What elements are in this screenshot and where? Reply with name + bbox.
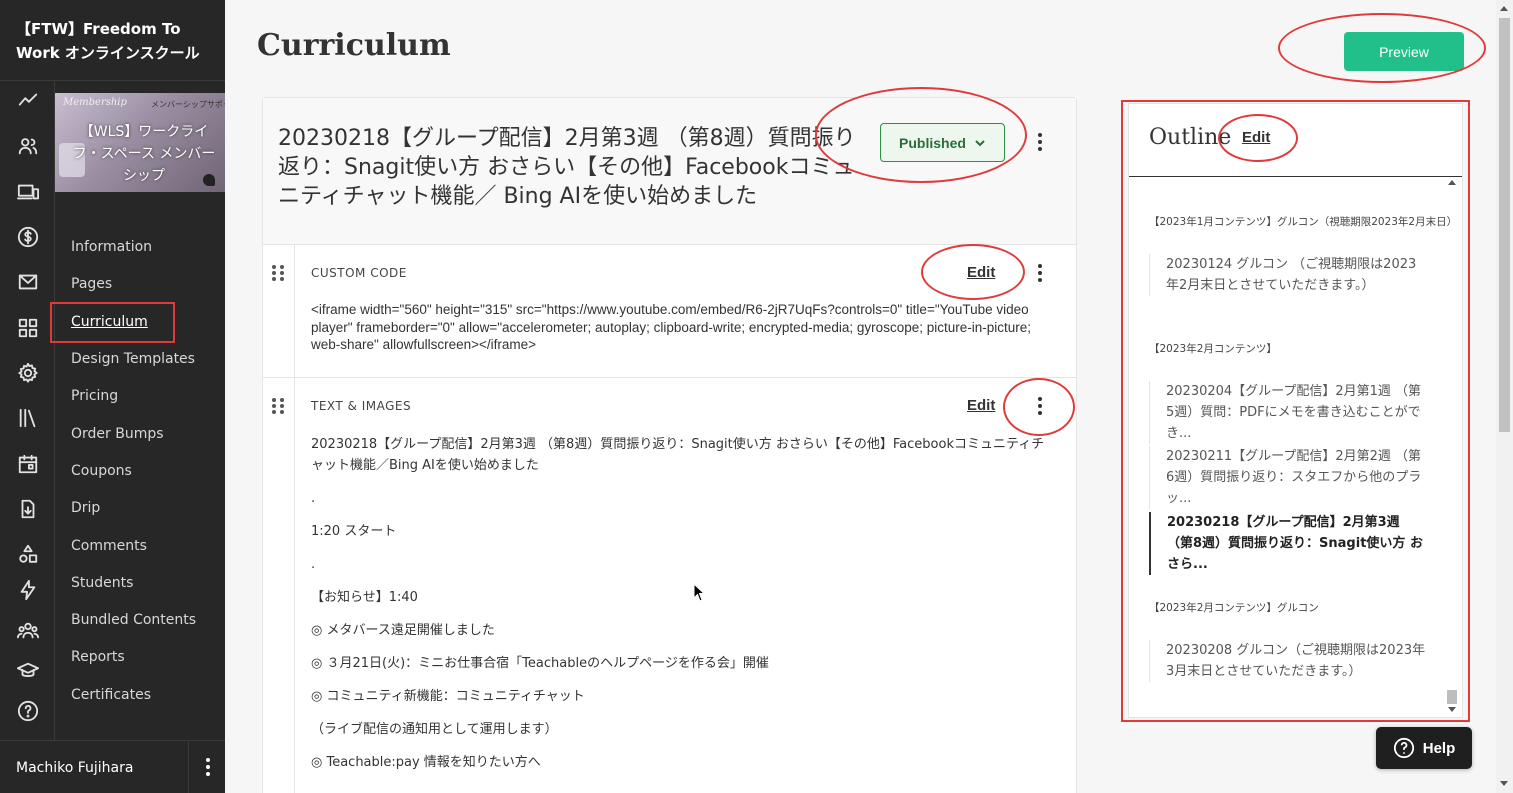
annotation-rect-outline <box>1121 100 1470 722</box>
lecture-card: 20230218【グループ配信】2月第3週 （第8週）質問振り返り：Snagit… <box>262 97 1077 793</box>
text-line: ◎ コミュニティ新機能：コミュニティチャット <box>311 689 585 704</box>
drag-handle-icon[interactable] <box>272 398 284 414</box>
sidebar: 【FTW】Freedom To Work オンラインスクール Membershi… <box>0 0 225 793</box>
nav-item-order-bumps[interactable]: Order Bumps <box>71 426 164 442</box>
dollar-icon[interactable] <box>15 224 41 250</box>
page-scrollbar[interactable] <box>1496 0 1513 793</box>
nav-item-information[interactable]: Information <box>71 239 152 255</box>
text-line: 【お知らせ】1:40 <box>311 590 418 605</box>
shapes-icon[interactable] <box>15 541 41 567</box>
nav-item-design-templates[interactable]: Design Templates <box>71 351 195 367</box>
user-footer: Machiko Fujihara <box>0 740 225 793</box>
custom-code-content: <iframe width="560" height="315" src="ht… <box>311 302 1032 352</box>
annotation-ellipse-preview <box>1278 13 1486 83</box>
lightning-icon[interactable] <box>15 577 41 603</box>
trend-icon[interactable] <box>15 87 41 113</box>
help-button[interactable]: Help <box>1376 727 1472 769</box>
user-menu-divider <box>188 741 189 793</box>
school-name[interactable]: 【FTW】Freedom To Work オンラインスクール <box>0 0 225 81</box>
lecture-more-menu-button[interactable] <box>1030 130 1050 154</box>
user-menu-button[interactable] <box>196 755 220 779</box>
nav-item-bundled-contents[interactable]: Bundled Contents <box>71 612 196 628</box>
drag-rail <box>263 245 295 377</box>
devices-icon[interactable] <box>15 179 41 205</box>
block-type-label: TEXT & IMAGES <box>311 399 412 413</box>
mail-icon[interactable] <box>15 269 41 295</box>
nav-item-drip[interactable]: Drip <box>71 500 100 516</box>
text-line: 20230218【グループ配信】2月第3週 （第8週）質問振り返り：Snagit… <box>311 437 1045 473</box>
annotation-ellipse-code-edit <box>921 244 1025 300</box>
thumbnail-title: 【WLS】ワークライフ・スペース メンバーシップ <box>72 124 216 184</box>
nav-item-reports[interactable]: Reports <box>71 649 125 665</box>
thumbnail-small-text: メンバーシップサポー <box>151 100 225 109</box>
page-scroll-thumb[interactable] <box>1499 18 1510 432</box>
user-name[interactable]: Machiko Fujihara <box>16 760 133 776</box>
text-images-edit-link[interactable]: Edit <box>967 397 995 414</box>
mouse-cursor-icon <box>693 583 706 602</box>
library-icon[interactable] <box>15 405 41 431</box>
calendar-icon[interactable] <box>15 451 41 477</box>
course-thumbnail[interactable]: Membership メンバーシップサポー 【WLS】ワークライフ・スペース メ… <box>55 93 225 192</box>
page-title: Curriculum <box>257 28 451 63</box>
nav-item-comments[interactable]: Comments <box>71 538 147 554</box>
custom-code-more-button[interactable] <box>1030 261 1050 285</box>
nav-item-pages[interactable]: Pages <box>71 276 112 292</box>
annotation-rect-curriculum <box>50 302 175 343</box>
nav-item-pricing[interactable]: Pricing <box>71 388 118 404</box>
drag-handle-icon[interactable] <box>272 265 284 281</box>
nav-item-students[interactable]: Students <box>71 575 133 591</box>
text-images-block: TEXT & IMAGES Edit 20230218【グループ配信】2月第3週… <box>263 378 1076 793</box>
nav-item-certificates[interactable]: Certificates <box>71 687 151 703</box>
graduation-icon[interactable] <box>15 658 41 684</box>
help-circle-icon <box>1393 737 1414 759</box>
scroll-down-arrow-icon[interactable] <box>1500 781 1508 786</box>
text-line: . <box>311 557 316 572</box>
text-line: （ライブ配信の通知用として運用します） <box>311 722 558 737</box>
scroll-up-arrow-icon[interactable] <box>1500 6 1508 11</box>
help-circle-icon[interactable] <box>15 698 41 724</box>
group-icon[interactable] <box>15 618 41 644</box>
users-icon[interactable] <box>15 133 41 159</box>
grid-icon[interactable] <box>15 315 41 341</box>
text-line: ◎ Teachable:pay 情報を知りたい方へ <box>311 755 541 770</box>
text-line: ◎ ３月21日(火)：ミニお仕事合宿「Teachableのヘルプページを作る会」… <box>311 656 769 671</box>
annotation-ellipse-published <box>815 87 1027 183</box>
annotation-ellipse-text-more <box>1003 378 1075 436</box>
icon-rail <box>0 81 55 740</box>
drag-rail <box>263 378 295 793</box>
help-label: Help <box>1422 739 1456 757</box>
gear-icon[interactable] <box>15 360 41 386</box>
block-type-label: CUSTOM CODE <box>311 266 407 280</box>
thumbnail-script-text: Membership <box>63 97 127 108</box>
nav-item-coupons[interactable]: Coupons <box>71 463 132 479</box>
text-line: . <box>311 491 316 506</box>
text-line: ◎ メタバース遠足開催しました <box>311 623 495 638</box>
thumbnail-logo-mark <box>203 174 215 186</box>
lecture-title[interactable]: 20230218【グループ配信】2月第3週 （第8週）質問振り返り：Snagit… <box>278 124 868 211</box>
text-line: 1:20 スタート <box>311 524 397 539</box>
download-icon[interactable] <box>15 496 41 522</box>
